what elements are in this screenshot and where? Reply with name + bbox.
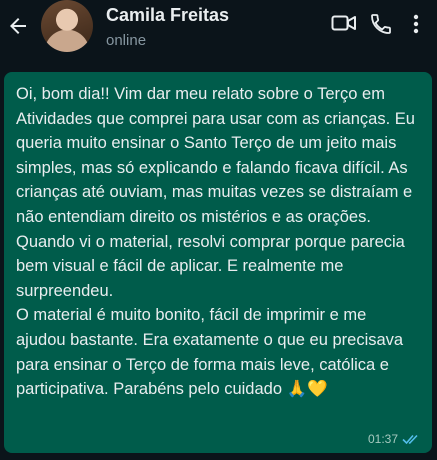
chat-header: Camila Freitas online [0,0,437,68]
phone-call-icon[interactable] [369,12,393,36]
double-check-read-icon [402,434,418,445]
contact-status: online [106,32,147,49]
contact-name[interactable]: Camila Freitas [106,5,229,26]
message-bubble[interactable]: Oi, bom dia!! Vim dar meu relato sobre o… [4,72,432,453]
message-text: Oi, bom dia!! Vim dar meu relato sobre o… [16,85,415,399]
avatar[interactable] [41,0,93,52]
back-arrow-icon[interactable] [6,14,30,38]
more-options-icon[interactable] [409,12,423,36]
video-call-icon[interactable] [331,12,357,34]
message-meta: 01:37 [368,432,420,446]
message-time: 01:37 [367,432,398,446]
